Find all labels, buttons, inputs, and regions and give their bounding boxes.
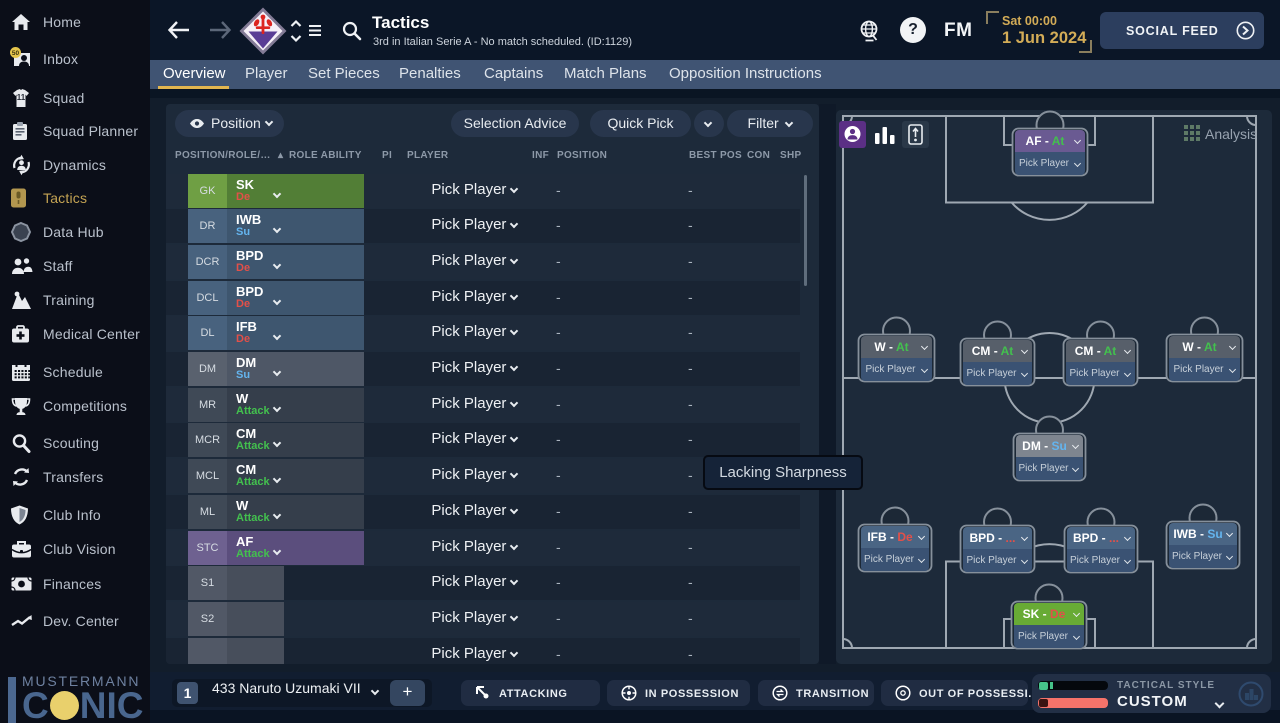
svg-text:11: 11 xyxy=(17,93,26,102)
svg-text:50: 50 xyxy=(12,50,20,57)
